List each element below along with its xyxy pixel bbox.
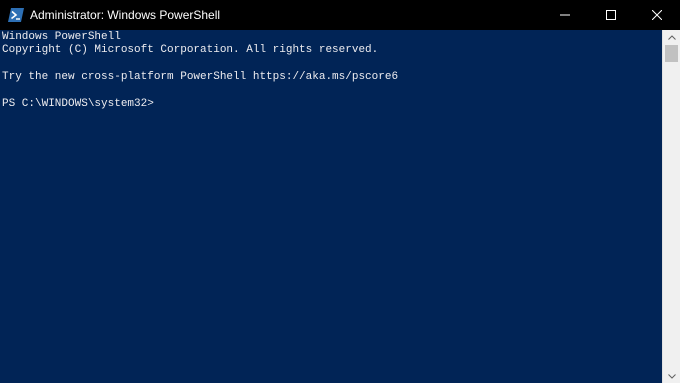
window-title: Administrator: Windows PowerShell [30,8,221,22]
title-bar[interactable]: Administrator: Windows PowerShell [0,0,680,30]
scroll-down-icon [667,373,676,379]
vertical-scrollbar[interactable] [662,30,680,383]
close-icon [652,10,662,20]
scroll-down-button[interactable] [663,369,680,383]
minimize-button[interactable] [542,0,588,30]
command-prompt[interactable]: PS C:\WINDOWS\system32> [2,98,662,111]
minimize-icon [560,14,570,16]
maximize-icon [606,10,616,20]
console-output[interactable]: Windows PowerShell Copyright (C) Microso… [0,30,662,383]
powershell-icon[interactable] [8,7,24,23]
close-button[interactable] [634,0,680,30]
scroll-up-icon [667,34,676,40]
console-line: Windows PowerShell [2,31,121,43]
maximize-button[interactable] [588,0,634,30]
console-line: Copyright (C) Microsoft Corporation. All… [2,44,379,57]
scrollbar-thumb[interactable] [665,45,678,62]
console-line: Try the new cross-platform PowerShell ht… [2,71,399,84]
scroll-up-button[interactable] [663,30,680,44]
window-controls [542,0,680,30]
powershell-window: Administrator: Windows PowerShell Window… [0,0,680,383]
